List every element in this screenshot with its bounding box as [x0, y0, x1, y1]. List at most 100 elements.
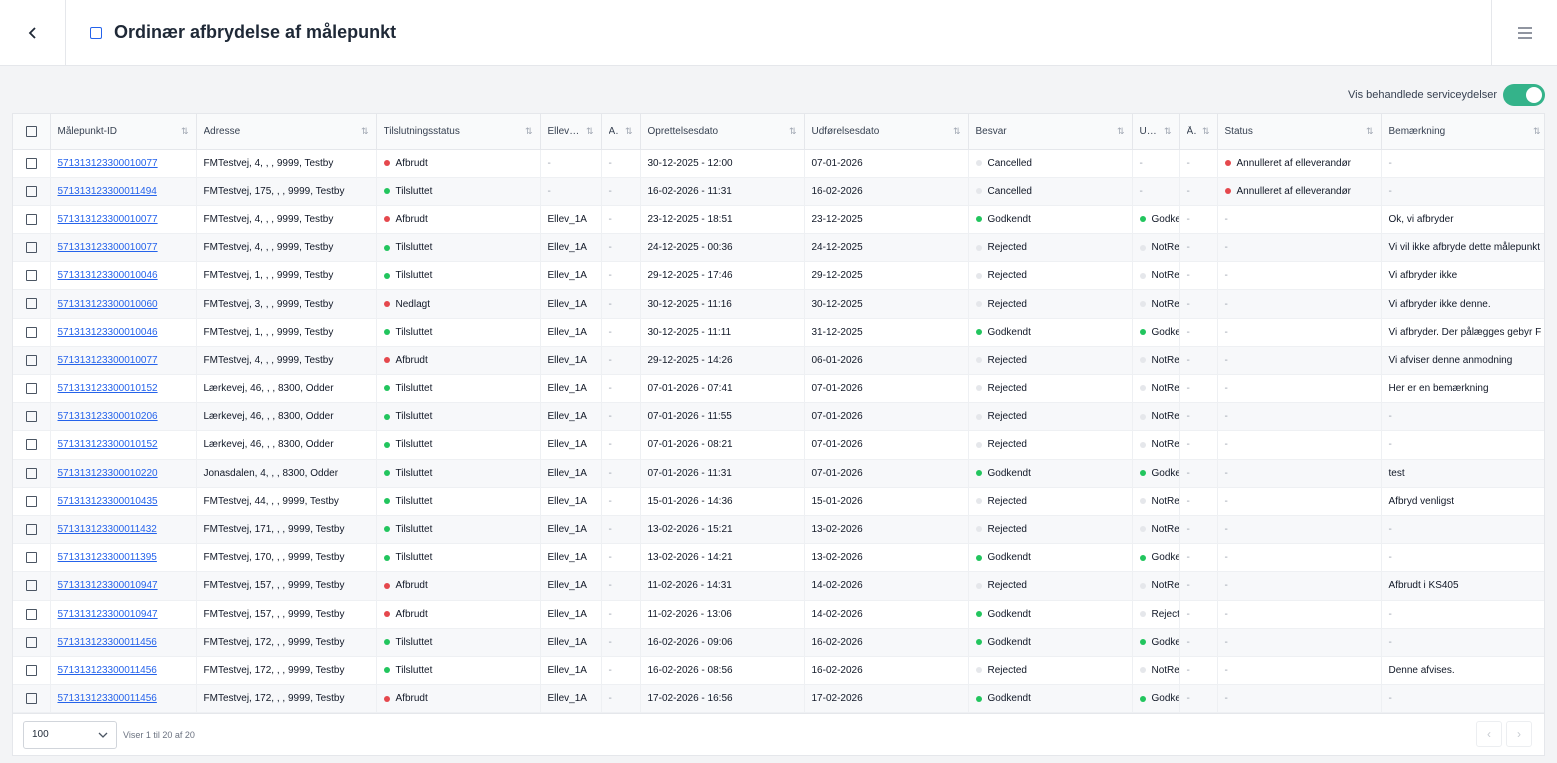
back-button[interactable] — [0, 0, 66, 65]
column-header[interactable]: Besvar ⇅ — [968, 114, 1133, 150]
column-header[interactable]: Adresse ⇅ — [196, 114, 377, 150]
table-cell[interactable]: 571313123300010077 — [50, 233, 197, 263]
table-cell[interactable]: 571313123300010077 — [50, 205, 197, 235]
next-page-button[interactable]: › — [1506, 721, 1532, 747]
table-row[interactable]: 571313123300010046 FMTestvej, 1, , , 9999… — [13, 261, 1544, 291]
table-cell[interactable]: 571313123300011456 — [50, 628, 197, 657]
sort-icon[interactable]: ⇅ — [1533, 126, 1541, 137]
column-header[interactable]: Ud... ⇅ — [1132, 114, 1180, 150]
column-header[interactable]: Bemærkning ⇅ — [1381, 114, 1544, 150]
table-row[interactable]: 571313123300010046 FMTestvej, 1, , , 9999… — [13, 318, 1544, 347]
row-checkbox[interactable] — [25, 467, 37, 479]
row-checkbox[interactable] — [25, 242, 37, 254]
meter-id-link[interactable]: 571313123300010077 — [58, 214, 158, 225]
meter-id-link[interactable]: 571313123300010220 — [58, 468, 158, 479]
meter-id-link[interactable]: 571313123300011395 — [58, 552, 157, 563]
table-row[interactable]: 571313123300010077 FMTestvej, 4, , , 9999… — [13, 346, 1544, 376]
row-checkbox[interactable] — [25, 693, 37, 705]
row-checkbox[interactable] — [25, 298, 37, 310]
meter-id-link[interactable]: 571313123300010947 — [58, 609, 158, 620]
table-row[interactable]: 571313123300011395 FMTestvej, 170, , , 99… — [13, 543, 1544, 573]
meter-id-link[interactable]: 571313123300010152 — [58, 383, 158, 394]
table-row[interactable]: 571313123300010060 FMTestvej, 3, , , 9999… — [13, 289, 1544, 319]
table-row[interactable]: 571313123300010077 FMTestvej, 4, , , 9999… — [13, 149, 1544, 178]
table-cell[interactable]: 571313123300011432 — [50, 515, 197, 545]
row-checkbox[interactable] — [25, 495, 37, 507]
column-header[interactable]: Å... ⇅ — [1179, 114, 1218, 150]
table-row[interactable]: 571313123300010947 FMTestvej, 157, , , 99… — [13, 571, 1544, 601]
meter-id-link[interactable]: 571313123300010077 — [58, 158, 158, 169]
table-cell[interactable]: 571313123300010046 — [50, 318, 197, 347]
table-row[interactable]: 571313123300010077 FMTestvej, 4, , , 9999… — [13, 233, 1544, 263]
row-checkbox[interactable] — [25, 523, 37, 535]
row-checkbox[interactable] — [25, 383, 37, 395]
column-header[interactable]: Målepunkt-ID ⇅ — [50, 114, 197, 150]
table-cell[interactable]: 571313123300010206 — [50, 402, 197, 432]
meter-id-link[interactable]: 571313123300011494 — [58, 186, 157, 197]
row-checkbox[interactable] — [25, 270, 37, 282]
meter-id-link[interactable]: 571313123300011432 — [58, 524, 157, 535]
column-header[interactable]: Udførelsesdato ⇅ — [804, 114, 969, 150]
meter-id-link[interactable]: 571313123300010046 — [58, 327, 158, 338]
table-cell[interactable]: 571313123300010046 — [50, 261, 197, 291]
row-checkbox[interactable] — [25, 664, 37, 676]
row-checkbox[interactable] — [25, 552, 37, 564]
table-cell[interactable]: 571313123300010060 — [50, 289, 197, 319]
meter-id-link[interactable]: 571313123300011456 — [58, 665, 157, 676]
meter-id-link[interactable]: 571313123300010046 — [58, 270, 158, 281]
meter-id-link[interactable]: 571313123300010206 — [58, 411, 158, 422]
processed-toggle[interactable] — [1503, 84, 1545, 106]
row-checkbox[interactable] — [25, 354, 37, 366]
sort-icon[interactable]: ⇅ — [361, 126, 369, 137]
table-row[interactable]: 571313123300010947 FMTestvej, 157, , , 99… — [13, 600, 1544, 629]
sort-icon[interactable]: ⇅ — [181, 126, 189, 137]
table-row[interactable]: 571313123300010152 Lærkevej, 46, , , 8300… — [13, 430, 1544, 460]
row-checkbox[interactable] — [25, 185, 37, 197]
row-checkbox[interactable] — [25, 157, 37, 169]
meter-id-link[interactable]: 571313123300010435 — [58, 496, 158, 507]
table-cell[interactable]: 571313123300010077 — [50, 149, 197, 178]
sort-icon[interactable]: ⇅ — [625, 126, 633, 137]
row-checkbox[interactable] — [25, 411, 37, 423]
table-row[interactable]: 571313123300010152 Lærkevej, 46, , , 8300… — [13, 374, 1544, 404]
row-checkbox[interactable] — [25, 439, 37, 451]
page-size-select[interactable]: 100 — [23, 720, 117, 749]
column-header[interactable]: Status ⇅ — [1217, 114, 1382, 150]
row-checkbox[interactable] — [25, 580, 37, 592]
column-header[interactable]: A... ⇅ — [601, 114, 641, 150]
table-row[interactable]: 571313123300011432 FMTestvej, 171, , , 99… — [13, 515, 1544, 545]
title-checkbox[interactable] — [90, 26, 102, 39]
previous-page-button[interactable]: ‹ — [1476, 721, 1502, 747]
column-header[interactable]: Oprettelsesdato ⇅ — [640, 114, 805, 150]
sort-icon[interactable]: ⇅ — [1202, 126, 1210, 137]
column-header[interactable]: Tilslutningsstatus ⇅ — [376, 114, 541, 150]
table-cell[interactable]: 571313123300011456 — [50, 684, 197, 714]
table-cell[interactable]: 571313123300010947 — [50, 600, 197, 629]
meter-id-link[interactable]: 571313123300010077 — [58, 355, 158, 366]
row-checkbox[interactable] — [25, 636, 37, 648]
sort-icon[interactable]: ⇅ — [953, 126, 961, 137]
table-cell[interactable]: 571313123300010077 — [50, 346, 197, 376]
column-header[interactable]: Ellever... ⇅ — [540, 114, 602, 150]
table-row[interactable]: 571313123300010206 Lærkevej, 46, , , 8300… — [13, 402, 1544, 432]
menu-button[interactable] — [1491, 0, 1557, 65]
table-cell[interactable]: 571313123300010947 — [50, 571, 197, 601]
table-cell[interactable]: 571313123300011494 — [50, 177, 197, 206]
table-cell[interactable]: 571313123300010220 — [50, 459, 197, 488]
table-cell[interactable]: 571313123300010435 — [50, 487, 197, 516]
row-checkbox[interactable] — [25, 608, 37, 620]
meter-id-link[interactable]: 571313123300010947 — [58, 580, 158, 591]
table-row[interactable]: 571313123300010435 FMTestvej, 44, , , 999… — [13, 487, 1544, 516]
table-cell[interactable]: 571313123300010152 — [50, 374, 197, 404]
table-row[interactable]: 571313123300011456 FMTestvej, 172, , , 99… — [13, 656, 1544, 686]
sort-icon[interactable]: ⇅ — [1164, 126, 1172, 137]
meter-id-link[interactable]: 571313123300011456 — [58, 637, 157, 648]
meter-id-link[interactable]: 571313123300011456 — [58, 693, 157, 704]
sort-icon[interactable]: ⇅ — [525, 126, 533, 137]
row-checkbox[interactable] — [25, 213, 37, 225]
table-row[interactable]: 571313123300010220 Jonasdalen, 4, , , 830… — [13, 459, 1544, 488]
table-row[interactable]: 571313123300011456 FMTestvej, 172, , , 99… — [13, 684, 1544, 714]
meter-id-link[interactable]: 571313123300010152 — [58, 439, 158, 450]
table-cell[interactable]: 571313123300010152 — [50, 430, 197, 460]
table-cell[interactable]: 571313123300011456 — [50, 656, 197, 686]
